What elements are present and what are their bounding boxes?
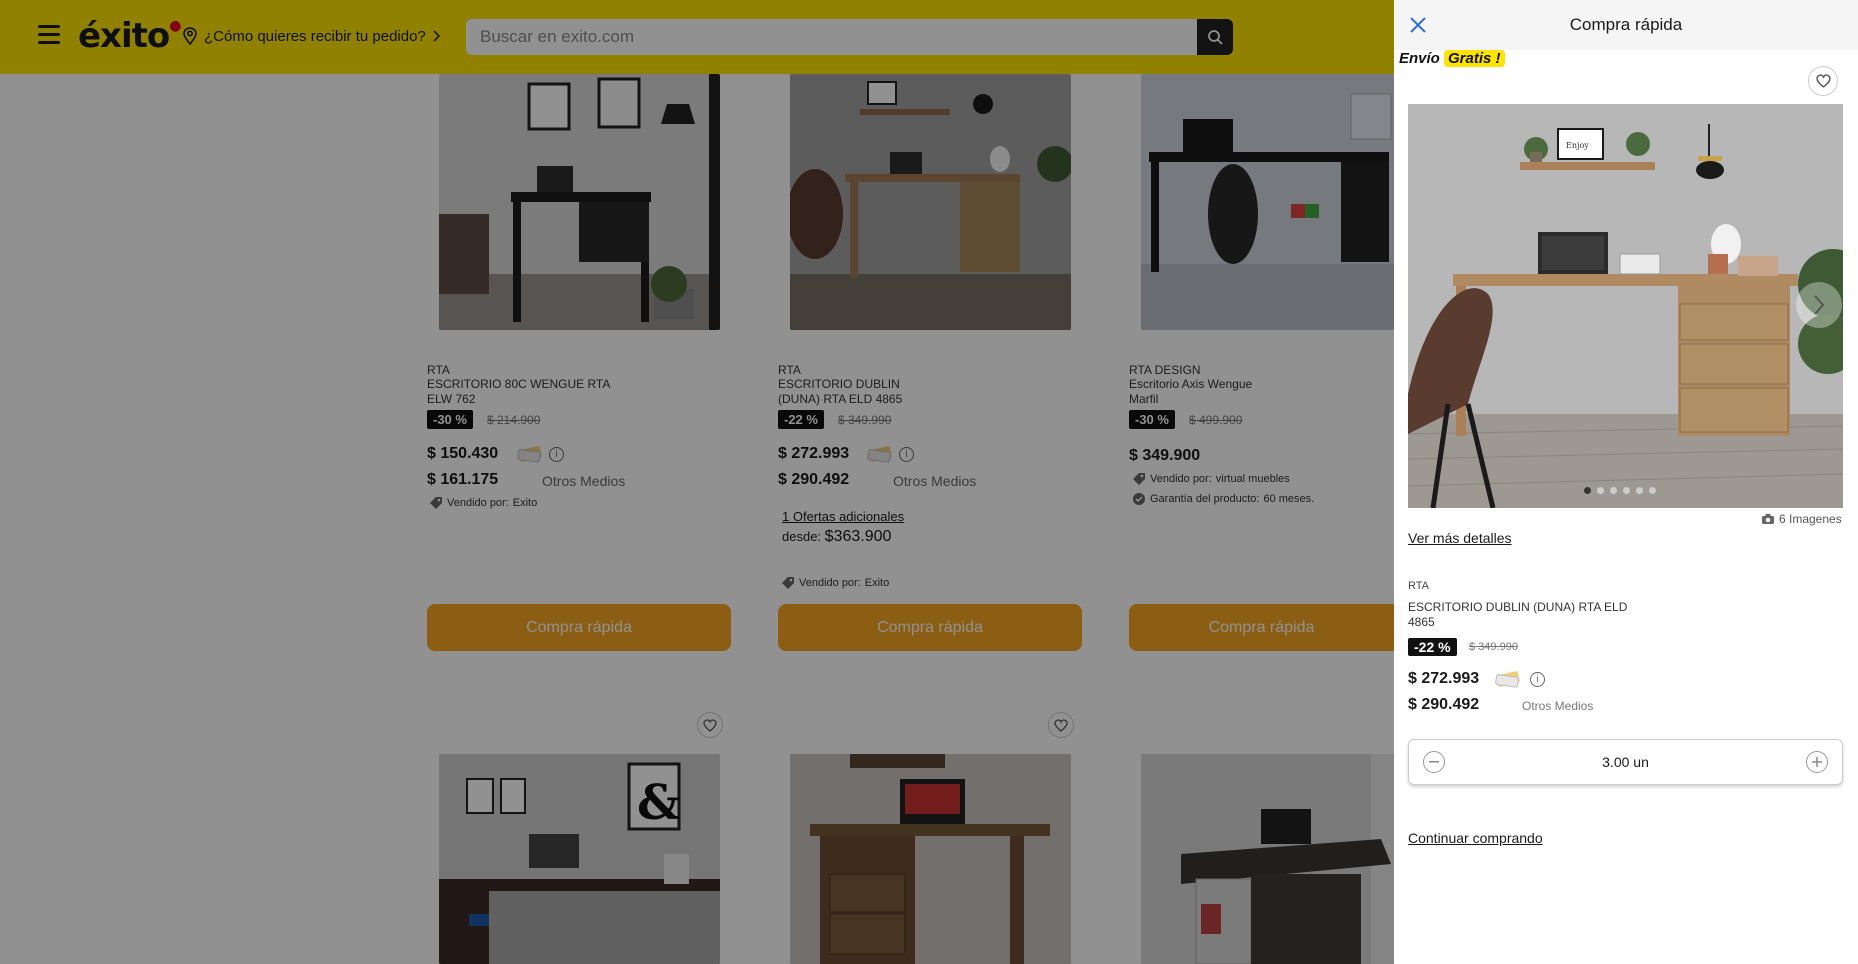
carousel-dot[interactable] bbox=[1636, 487, 1643, 494]
svg-text:Enjoy: Enjoy bbox=[1566, 141, 1589, 150]
discount-badge: -22 % bbox=[1408, 638, 1457, 656]
carousel-next-button[interactable] bbox=[1796, 282, 1842, 328]
carousel-dot[interactable] bbox=[1649, 487, 1656, 494]
product-main-image[interactable]: Enjoy bbox=[1408, 104, 1843, 508]
envio-text: Envío bbox=[1399, 50, 1440, 67]
drawer-title: Compra rápida bbox=[1569, 15, 1683, 34]
quantity-stepper: 3.00 un bbox=[1408, 739, 1843, 785]
image-count: 6 Imagenes bbox=[1761, 512, 1842, 526]
old-price: $ 349.990 bbox=[1469, 641, 1518, 653]
modal-backdrop[interactable] bbox=[0, 0, 1394, 964]
gratis-highlight: Gratis ! bbox=[1444, 50, 1505, 67]
decrease-quantity-button[interactable] bbox=[1423, 751, 1445, 773]
image-count-text: 6 Imagenes bbox=[1779, 512, 1842, 526]
price: $ 272.993 bbox=[1408, 670, 1480, 687]
exito-card-icon bbox=[1495, 671, 1520, 688]
carousel-dot[interactable] bbox=[1610, 487, 1617, 494]
carousel-dots bbox=[1584, 487, 1656, 494]
free-shipping-banner: Envío Gratis ! bbox=[1399, 50, 1505, 67]
quick-buy-drawer: Compra rápida Envío Gratis ! Enjoy 6 Ima… bbox=[1394, 0, 1858, 964]
product-name: ESCRITORIO DUBLIN (DUNA) RTA ELD 4865 bbox=[1408, 600, 1628, 629]
drawer-header: Compra rápida bbox=[1394, 0, 1858, 50]
info-icon[interactable]: i bbox=[1530, 672, 1545, 687]
carousel-dot[interactable] bbox=[1584, 487, 1591, 494]
heart-icon[interactable] bbox=[1808, 66, 1838, 96]
view-details-link[interactable]: Ver más detalles bbox=[1408, 530, 1512, 546]
other-methods-label: Otros Medios bbox=[1522, 699, 1594, 713]
carousel-dot[interactable] bbox=[1623, 487, 1630, 494]
carousel-dot[interactable] bbox=[1597, 487, 1604, 494]
camera-icon bbox=[1762, 514, 1774, 524]
product-brand: RTA bbox=[1408, 580, 1429, 592]
continue-shopping-link[interactable]: Continuar comprando bbox=[1408, 830, 1543, 846]
quantity-value[interactable]: 3.00 un bbox=[1602, 754, 1649, 770]
chevron-right-icon bbox=[1814, 295, 1825, 315]
minus-icon bbox=[1429, 761, 1439, 763]
price-other: $ 290.492 bbox=[1408, 696, 1480, 713]
plus-icon bbox=[1812, 757, 1822, 767]
increase-quantity-button[interactable] bbox=[1806, 751, 1828, 773]
